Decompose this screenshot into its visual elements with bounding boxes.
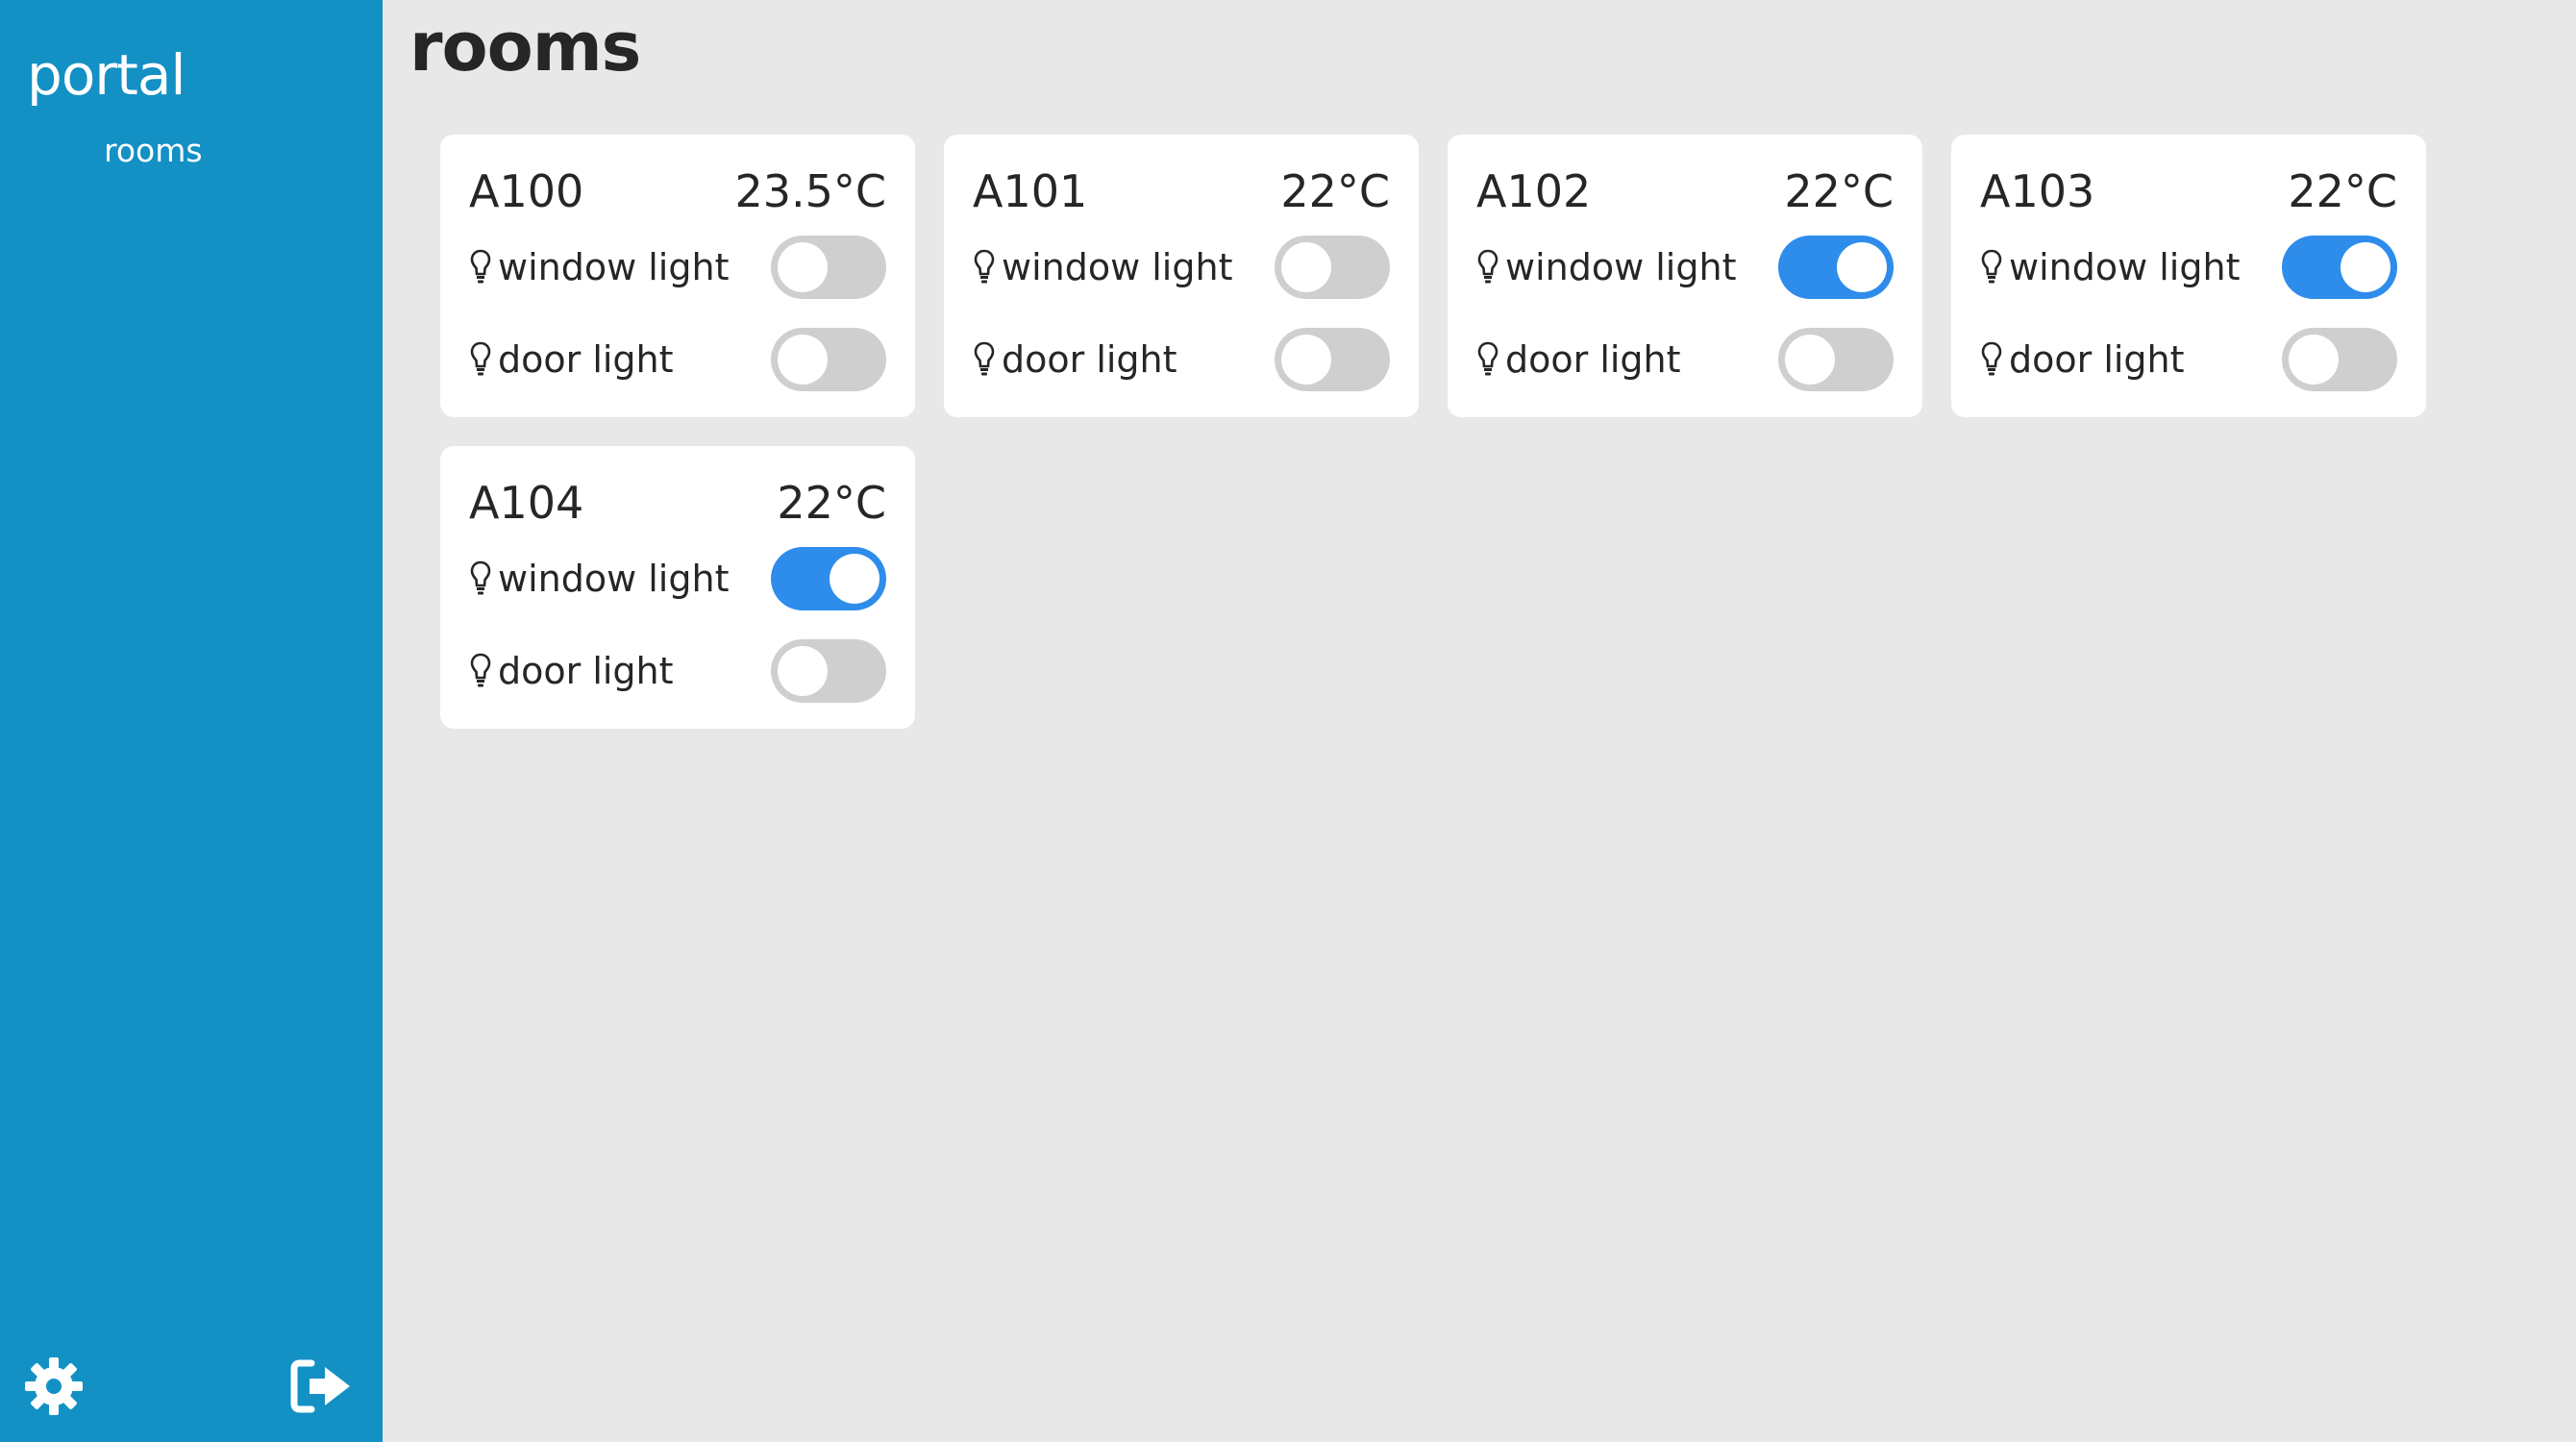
room-temperature: 22°C xyxy=(1280,165,1390,217)
toggle-knob xyxy=(1281,335,1331,385)
light-row: door light xyxy=(469,625,886,717)
light-label: window light xyxy=(1002,246,1233,288)
light-label-group: window light xyxy=(973,246,1232,288)
room-card-header: A104 22°C xyxy=(469,473,886,533)
lightbulb-icon xyxy=(1476,340,1499,379)
light-toggle[interactable] xyxy=(2282,328,2397,391)
lightbulb-icon xyxy=(973,248,996,286)
light-label: door light xyxy=(498,650,674,692)
light-toggle[interactable] xyxy=(771,236,886,299)
light-row: window light xyxy=(469,533,886,625)
lightbulb-icon xyxy=(469,340,492,379)
room-temperature: 23.5°C xyxy=(734,165,886,217)
room-name: A104 xyxy=(469,477,584,529)
light-row: window light xyxy=(469,221,886,313)
toggle-knob xyxy=(1837,242,1887,292)
light-label: window light xyxy=(1505,246,1737,288)
light-row: window light xyxy=(973,221,1390,313)
lightbulb-icon xyxy=(1980,340,2003,379)
light-row: door light xyxy=(1476,313,1894,406)
room-card-header: A100 23.5°C xyxy=(469,162,886,221)
lightbulb-icon xyxy=(469,248,492,286)
lightbulb-icon xyxy=(1980,248,2003,286)
sidebar: portal rooms xyxy=(0,0,383,1442)
light-label-group: door light xyxy=(1476,338,1681,381)
light-label: door light xyxy=(1505,338,1681,381)
light-toggle[interactable] xyxy=(771,639,886,703)
settings-button[interactable] xyxy=(23,1355,85,1417)
room-card-header: A103 22°C xyxy=(1980,162,2397,221)
light-label: window light xyxy=(498,558,730,600)
room-temperature: 22°C xyxy=(777,477,886,529)
room-name: A102 xyxy=(1476,165,1592,217)
room-grid: A100 23.5°C window light door light A101 22°C… xyxy=(440,135,2426,729)
toggle-knob xyxy=(1785,335,1835,385)
light-row: window light xyxy=(1980,221,2397,313)
light-label-group: door light xyxy=(469,338,674,381)
toggle-knob xyxy=(2289,335,2339,385)
light-label-group: window light xyxy=(469,246,729,288)
room-name: A103 xyxy=(1980,165,2095,217)
light-toggle[interactable] xyxy=(1778,328,1894,391)
light-label-group: window light xyxy=(1476,246,1736,288)
light-label: door light xyxy=(2009,338,2185,381)
light-toggle[interactable] xyxy=(771,328,886,391)
room-card: A104 22°C window light door light xyxy=(440,446,915,729)
light-toggle[interactable] xyxy=(1778,236,1894,299)
toggle-knob xyxy=(2341,242,2390,292)
toggle-knob xyxy=(778,646,828,696)
page-title: rooms xyxy=(409,8,641,87)
toggle-knob xyxy=(778,242,828,292)
light-row: door light xyxy=(469,313,886,406)
toggle-knob xyxy=(830,554,879,604)
light-toggle[interactable] xyxy=(1275,236,1390,299)
light-row: door light xyxy=(973,313,1390,406)
light-label: door light xyxy=(498,338,674,381)
sidebar-footer xyxy=(0,1336,383,1442)
light-toggle[interactable] xyxy=(771,547,886,610)
brand-title: portal xyxy=(27,42,186,108)
room-card: A103 22°C window light door light xyxy=(1951,135,2426,417)
app: portal rooms rooms A100 23.5°C window li… xyxy=(0,0,2576,1442)
light-label: window light xyxy=(2009,246,2241,288)
light-label-group: window light xyxy=(1980,246,2240,288)
sign-out-icon xyxy=(290,1359,350,1413)
light-label-group: door light xyxy=(469,650,674,692)
room-name: A101 xyxy=(973,165,1088,217)
light-label-group: door light xyxy=(973,338,1177,381)
lightbulb-icon xyxy=(469,559,492,598)
room-card: A101 22°C window light door light xyxy=(944,135,1419,417)
light-row: door light xyxy=(1980,313,2397,406)
light-label-group: window light xyxy=(469,558,729,600)
logout-button[interactable] xyxy=(288,1355,356,1417)
light-label-group: door light xyxy=(1980,338,2185,381)
room-card: A102 22°C window light door light xyxy=(1448,135,1922,417)
room-card-header: A101 22°C xyxy=(973,162,1390,221)
light-row: window light xyxy=(1476,221,1894,313)
light-label: door light xyxy=(1002,338,1177,381)
room-card-header: A102 22°C xyxy=(1476,162,1894,221)
light-toggle[interactable] xyxy=(2282,236,2397,299)
toggle-knob xyxy=(778,335,828,385)
room-name: A100 xyxy=(469,165,584,217)
light-label: window light xyxy=(498,246,730,288)
room-temperature: 22°C xyxy=(2288,165,2397,217)
room-card: A100 23.5°C window light door light xyxy=(440,135,915,417)
main-content: rooms A100 23.5°C window light door light A1… xyxy=(383,0,2576,1442)
gear-icon xyxy=(25,1357,83,1415)
toggle-knob xyxy=(1281,242,1331,292)
lightbulb-icon xyxy=(469,652,492,690)
lightbulb-icon xyxy=(1476,248,1499,286)
room-temperature: 22°C xyxy=(1784,165,1894,217)
lightbulb-icon xyxy=(973,340,996,379)
nav-item-rooms[interactable]: rooms xyxy=(104,127,203,175)
light-toggle[interactable] xyxy=(1275,328,1390,391)
